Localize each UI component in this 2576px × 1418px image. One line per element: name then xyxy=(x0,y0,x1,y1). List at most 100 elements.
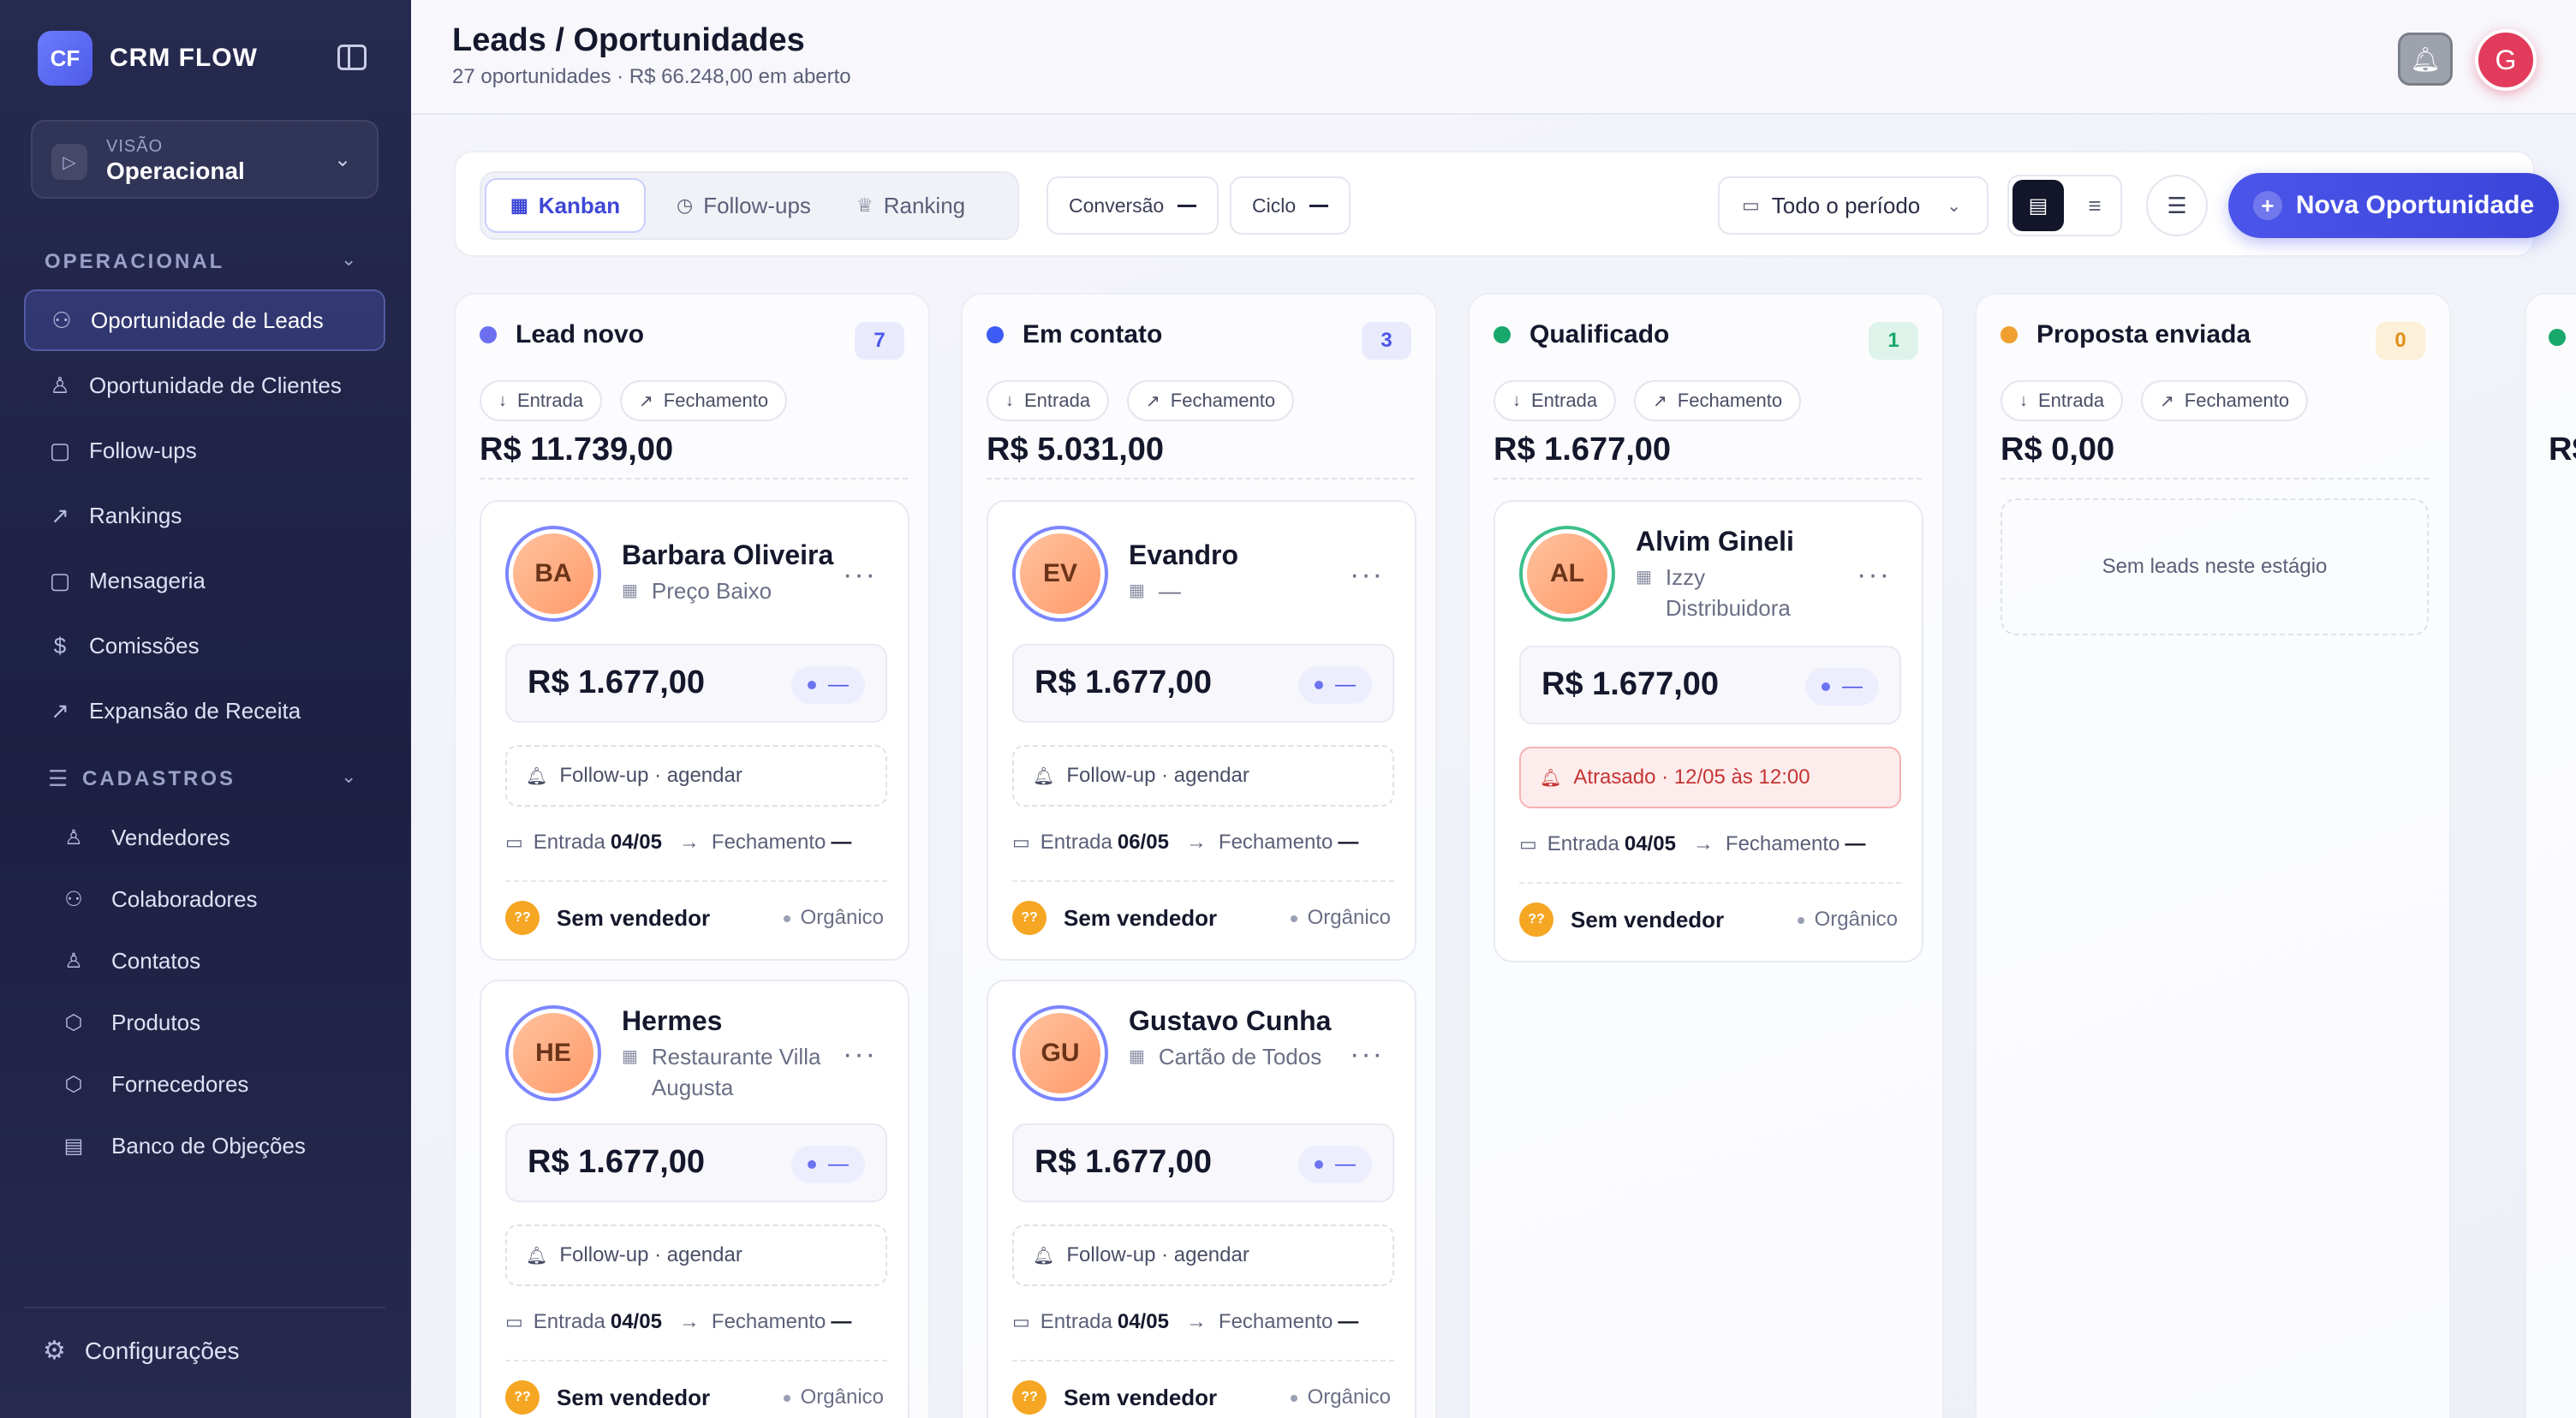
section-cadastros[interactable]: CADASTROS xyxy=(82,767,236,791)
sidebar-item-leads[interactable]: ⚇ Oportunidade de Leads xyxy=(24,289,385,351)
more-icon[interactable]: ··· xyxy=(843,558,877,592)
probability-badge[interactable]: — xyxy=(791,1146,865,1183)
sidebar-item-colaboradores[interactable]: ⚇ Colaboradores xyxy=(60,873,257,925)
probability-badge[interactable]: — xyxy=(791,666,865,704)
sidebar-item-expansao[interactable]: ↗ Expansão de Receita xyxy=(24,680,385,742)
cards-view-icon[interactable]: ▤ xyxy=(2012,180,2064,231)
sidebar-item-produtos[interactable]: ⬡ Produtos xyxy=(60,997,201,1048)
value-box: R$ 1.677,00 — xyxy=(1012,1123,1394,1202)
more-icon[interactable]: ··· xyxy=(1350,1038,1384,1071)
followup-box[interactable]: 🔔︎ Follow-up · agendar xyxy=(1012,1224,1394,1286)
column-count: 3 xyxy=(1362,322,1411,360)
seller: ?? Sem vendedor xyxy=(1519,903,1724,937)
sidebar-item-rankings[interactable]: ↗ Rankings xyxy=(24,485,385,546)
sidebar-item-comissoes[interactable]: $ Comissões xyxy=(24,615,385,676)
probability-badge[interactable]: — xyxy=(1298,666,1372,704)
cycle-pill[interactable]: Ciclo xyxy=(1230,176,1351,235)
lead-name: Hermes xyxy=(622,1005,723,1036)
chevron-down-icon[interactable]: ⌄ xyxy=(341,248,356,271)
calendar-icon: ▭ xyxy=(505,831,523,853)
badge-value: — xyxy=(1335,673,1356,696)
followup-text: Follow-up · agendar xyxy=(559,764,742,787)
divider xyxy=(987,478,1415,480)
lead-value: R$ 1.677,00 xyxy=(1541,666,1720,702)
tab-ranking[interactable]: ♕ Ranking xyxy=(832,178,989,233)
probability-badge[interactable]: — xyxy=(1298,1146,1372,1183)
sort-fechamento-chip[interactable]: ↗ Fechamento xyxy=(1634,380,1802,421)
sidebar-item-label: Expansão de Receita xyxy=(89,697,301,724)
origin-text: Orgânico xyxy=(1307,1385,1391,1409)
conversion-pill[interactable]: Conversão xyxy=(1046,176,1219,235)
status-dot xyxy=(2549,329,2566,346)
sort-fechamento-chip[interactable]: ↗ Fechamento xyxy=(1127,380,1295,421)
lead-name: Evandro xyxy=(1129,539,1239,570)
arrow-right-icon: → xyxy=(678,1310,700,1333)
followup-overdue[interactable]: 🔔︎ Atrasado · 12/05 às 12:00 xyxy=(1519,747,1901,808)
notifications-button[interactable]: 🔔︎ xyxy=(2398,33,2453,86)
column-total: R$ 11.739,00 xyxy=(480,432,674,468)
sort-entrada-chip[interactable]: ↓ Entrada xyxy=(987,380,1110,421)
column-total: R$ 5.031,00 xyxy=(987,432,1165,468)
divider xyxy=(480,478,908,480)
kanban-column-partial: R$ xyxy=(2525,293,2576,1418)
sidebar-item-label: Banco de Objeções xyxy=(111,1132,306,1159)
lead-company: ▦ — xyxy=(1129,575,1343,606)
chevron-down-icon[interactable]: ⌄ xyxy=(341,766,356,788)
value-box: R$ 1.677,00 — xyxy=(505,644,887,723)
sidebar-item-vendedores[interactable]: ♙ Vendedores xyxy=(60,812,230,863)
lead-card[interactable]: AL Alvim Gineli ▦ Izzy Distribuidora ··· … xyxy=(1494,500,1923,962)
lead-card[interactable]: BA Barbara Oliveira ▦ Preço Baixo ··· R$ … xyxy=(480,500,909,961)
filter-button[interactable]: ☰ xyxy=(2146,175,2208,236)
arrow-down-icon: ↓ xyxy=(1512,390,1521,410)
period-select[interactable]: ▭ Todo o período ⌄ xyxy=(1718,176,1989,235)
close-label: Fechamento xyxy=(711,1310,826,1333)
brand-name: CRM FLOW xyxy=(110,44,258,72)
avatar-initials: BA xyxy=(513,533,593,614)
sort-entrada-chip[interactable]: ↓ Entrada xyxy=(1494,380,1617,421)
tab-label: Follow-ups xyxy=(703,192,811,218)
sort-fechamento-chip[interactable]: ↗ Fechamento xyxy=(2141,380,2309,421)
more-icon[interactable]: ··· xyxy=(1857,558,1891,592)
entry-date: 04/05 xyxy=(610,1310,662,1333)
arrow-right-icon: → xyxy=(1185,831,1207,854)
more-icon[interactable]: ··· xyxy=(843,1038,877,1071)
brand[interactable]: CF CRM FLOW xyxy=(38,31,258,86)
probability-badge[interactable]: — xyxy=(1805,668,1879,706)
lead-card[interactable]: HE Hermes ▦ Restaurante Villa Augusta ···… xyxy=(480,980,909,1418)
status-dot xyxy=(1494,326,1511,343)
sidebar-collapse-icon[interactable] xyxy=(337,45,367,70)
sort-entrada-chip[interactable]: ↓ Entrada xyxy=(2001,380,2124,421)
sidebar-item-clientes[interactable]: ♙ Oportunidade de Clientes xyxy=(24,354,385,416)
sidebar-item-configuracoes[interactable]: ⚙ Configurações xyxy=(43,1336,239,1366)
sidebar-item-label: Vendedores xyxy=(111,824,230,850)
tab-followups[interactable]: ◷ Follow-ups xyxy=(653,178,835,233)
vision-value: Operacional xyxy=(106,158,245,184)
followup-box[interactable]: 🔔︎ Follow-up · agendar xyxy=(505,1224,887,1286)
sidebar-item-mensageria[interactable]: ▢ Mensageria xyxy=(24,550,385,611)
new-opportunity-button[interactable]: + Nova Oportunidade xyxy=(2228,173,2559,238)
sidebar-item-fornecedores[interactable]: ⬡ Fornecedores xyxy=(60,1058,249,1110)
sidebar-item-followups[interactable]: ▢ Follow-ups xyxy=(24,420,385,481)
list-view-icon[interactable]: ≡ xyxy=(2069,180,2120,231)
lead-card[interactable]: EV Evandro ▦ — ··· R$ 1.677,00 — 🔔︎ Follow… xyxy=(987,500,1416,961)
badge-value: — xyxy=(1842,675,1863,698)
column-count: 0 xyxy=(2376,322,2425,360)
followup-box[interactable]: 🔔︎ Follow-up · agendar xyxy=(505,745,887,807)
vision-selector[interactable]: ▷ VISÃO Operacional ⌄ xyxy=(31,120,379,199)
section-operacional[interactable]: OPERACIONAL xyxy=(45,250,224,274)
lead-card[interactable]: GU Gustavo Cunha ▦ Cartão de Todos ··· R$… xyxy=(987,980,1416,1418)
more-icon[interactable]: ··· xyxy=(1350,558,1384,592)
company-name: Preço Baixo xyxy=(651,578,772,604)
bell-icon: 🔔︎ xyxy=(526,766,548,786)
close-date: — xyxy=(1845,832,1866,855)
sidebar-item-label: Fornecedores xyxy=(111,1070,249,1097)
user-avatar[interactable]: G xyxy=(2475,29,2537,91)
sort-entrada-chip[interactable]: ↓ Entrada xyxy=(480,380,603,421)
sidebar-item-objecoes[interactable]: ▤ Banco de Objeções xyxy=(60,1120,306,1171)
sidebar-item-contatos[interactable]: ♙ Contatos xyxy=(60,935,200,986)
vision-label: VISÃO xyxy=(106,137,164,156)
tab-kanban[interactable]: ▦ Kanban xyxy=(485,178,647,233)
kanban-column-qualificado: Qualificado 1 ↓ Entrada ↗ Fechamento R$ 1.… xyxy=(1468,293,1944,1418)
followup-box[interactable]: 🔔︎ Follow-up · agendar xyxy=(1012,745,1394,807)
sort-fechamento-chip[interactable]: ↗ Fechamento xyxy=(620,380,788,421)
